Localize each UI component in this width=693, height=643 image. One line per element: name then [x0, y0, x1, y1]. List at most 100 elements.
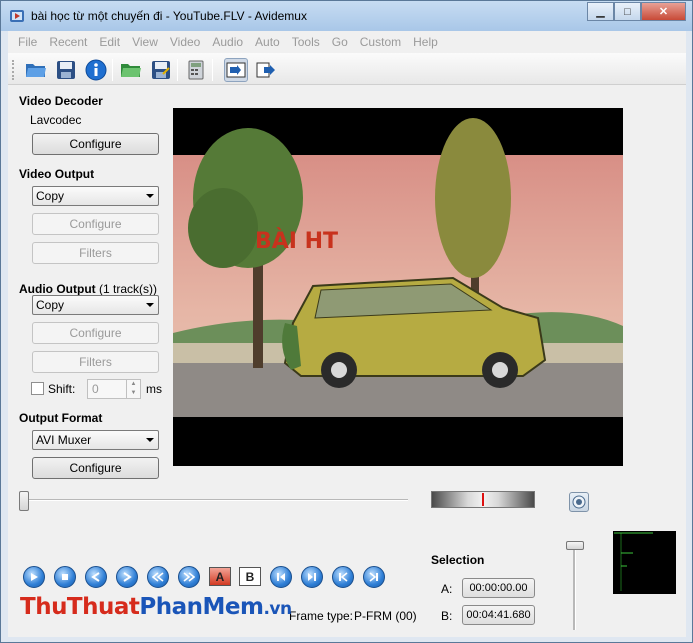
menu-tools[interactable]: Tools [286, 35, 326, 49]
app-window: bài học từ một chuyến đi - YouTube.FLV -… [0, 0, 693, 643]
menu-recent[interactable]: Recent [43, 35, 93, 49]
title-bar[interactable]: bài học từ một chuyến đi - YouTube.FLV -… [1, 1, 692, 31]
double-arrow-right-icon [183, 572, 195, 582]
info-icon[interactable] [84, 58, 108, 82]
video-preview[interactable]: BÀI HT [173, 108, 623, 466]
previous-keyframe-button[interactable] [147, 566, 169, 588]
audio-output-configure-button[interactable]: Configure [32, 322, 159, 344]
toolbar-separator [177, 59, 178, 81]
save-as-icon[interactable] [149, 58, 173, 82]
audio-shift-label: Shift: [48, 382, 76, 396]
output-format-value: AVI Muxer [36, 433, 92, 447]
video-frame: BÀI HT [173, 118, 623, 417]
chevron-down-icon [146, 303, 154, 307]
toolbar-separator [112, 59, 113, 81]
watermark-logo: ThuThuatPhanMem.vn [20, 594, 292, 620]
video-output-title: Video Output [19, 167, 95, 181]
skip-start-icon [339, 572, 348, 582]
video-output-codec-value: Copy [36, 189, 65, 203]
jog-shuttle[interactable] [431, 491, 535, 508]
selection-title: Selection [431, 553, 485, 567]
audio-output-heading: Audio Output (1 track(s)) [19, 282, 157, 296]
stop-icon [62, 574, 68, 580]
save-icon[interactable] [54, 58, 78, 82]
audio-shift-input[interactable]: 0 ▲ ▼ [87, 379, 141, 399]
volume-slider-thumb[interactable] [566, 541, 584, 550]
avidemux-app-icon [10, 10, 24, 22]
set-marker-a-button[interactable]: A [209, 567, 231, 586]
menu-go[interactable]: Go [326, 35, 354, 49]
next-keyframe-button[interactable] [178, 566, 200, 588]
audio-output-codec-value: Copy [36, 298, 65, 312]
selection-b-label: B: [441, 609, 453, 623]
output-preview-icon[interactable] [254, 58, 278, 82]
frame-type-value: P-FRM (00) [354, 609, 417, 623]
audio-output-codec-select[interactable]: Copy [32, 295, 159, 315]
output-format-select[interactable]: AVI Muxer [32, 430, 159, 450]
audio-shift-unit: ms [146, 382, 162, 396]
double-arrow-left-icon [152, 572, 164, 582]
toolbar-grip[interactable] [12, 60, 15, 80]
audio-meter-toggle-button[interactable] [569, 492, 589, 512]
menu-custom[interactable]: Custom [354, 35, 407, 49]
calculator-icon[interactable] [184, 58, 208, 82]
toolbar [8, 53, 686, 85]
audio-meter-bars [614, 532, 653, 591]
audio-output-title: Audio Output [19, 282, 96, 296]
menu-audio[interactable]: Audio [206, 35, 249, 49]
volume-slider-track[interactable] [573, 542, 576, 630]
marker-a-icon [277, 573, 285, 581]
frame-type-label: Frame type: [289, 609, 354, 623]
play-icon [31, 573, 38, 581]
menu-video[interactable]: Video [164, 35, 206, 49]
marker-b-icon [308, 573, 316, 581]
video-output-codec-select[interactable]: Copy [32, 186, 159, 206]
watermark-part-2: PhanMem [139, 594, 264, 620]
output-format-title: Output Format [19, 411, 103, 425]
audio-shift-checkbox[interactable] [31, 382, 44, 395]
seek-slider-thumb[interactable] [19, 491, 29, 511]
video-output-configure-button[interactable]: Configure [32, 213, 159, 235]
speaker-icon [572, 495, 586, 509]
video-decoder-configure-button[interactable]: Configure [32, 133, 159, 155]
menu-edit[interactable]: Edit [93, 35, 126, 49]
spin-up-icon[interactable]: ▲ [126, 380, 140, 389]
go-to-marker-a-button[interactable] [270, 566, 292, 588]
open-green-folder-icon[interactable] [119, 58, 143, 82]
go-to-start-button[interactable] [332, 566, 354, 588]
next-frame-button[interactable] [116, 566, 138, 588]
spin-down-icon[interactable]: ▼ [126, 389, 140, 398]
menu-file[interactable]: File [12, 35, 43, 49]
audio-output-filters-button[interactable]: Filters [32, 351, 159, 373]
video-decoder-title: Video Decoder [19, 94, 103, 108]
audio-shift-value: 0 [92, 382, 99, 396]
audio-meter [613, 531, 676, 594]
previous-frame-button[interactable] [85, 566, 107, 588]
video-output-filters-button[interactable]: Filters [32, 242, 159, 264]
output-format-configure-button[interactable]: Configure [32, 457, 159, 479]
jog-marker [482, 493, 484, 506]
window-title: bài học từ một chuyến đi - YouTube.FLV -… [31, 9, 307, 23]
play-button[interactable] [23, 566, 45, 588]
skip-end-icon [369, 572, 378, 582]
client-area: File Recent Edit View Video Audio Auto T… [8, 31, 686, 637]
maximize-button[interactable]: □ [614, 2, 641, 21]
set-marker-b-button[interactable]: B [239, 567, 261, 586]
go-to-end-button[interactable] [363, 566, 385, 588]
video-overlay-text: BÀI HT [255, 228, 338, 254]
seek-track[interactable] [22, 499, 408, 501]
menu-help[interactable]: Help [407, 35, 444, 49]
selection-a-time[interactable]: 00:00:00.00 [462, 578, 535, 598]
stop-button[interactable] [54, 566, 76, 588]
input-preview-icon[interactable] [224, 58, 248, 82]
arrow-left-icon [91, 572, 100, 582]
menu-bar: File Recent Edit View Video Audio Auto T… [8, 31, 686, 53]
close-button[interactable]: ✕ [641, 2, 686, 21]
menu-auto[interactable]: Auto [249, 35, 286, 49]
minimize-button[interactable]: ▁ [587, 2, 614, 21]
go-to-marker-b-button[interactable] [301, 566, 323, 588]
video-decoder-codec: Lavcodec [30, 113, 82, 127]
menu-view[interactable]: View [126, 35, 164, 49]
open-folder-icon[interactable] [24, 58, 48, 82]
selection-b-time[interactable]: 00:04:41.680 [462, 605, 535, 625]
